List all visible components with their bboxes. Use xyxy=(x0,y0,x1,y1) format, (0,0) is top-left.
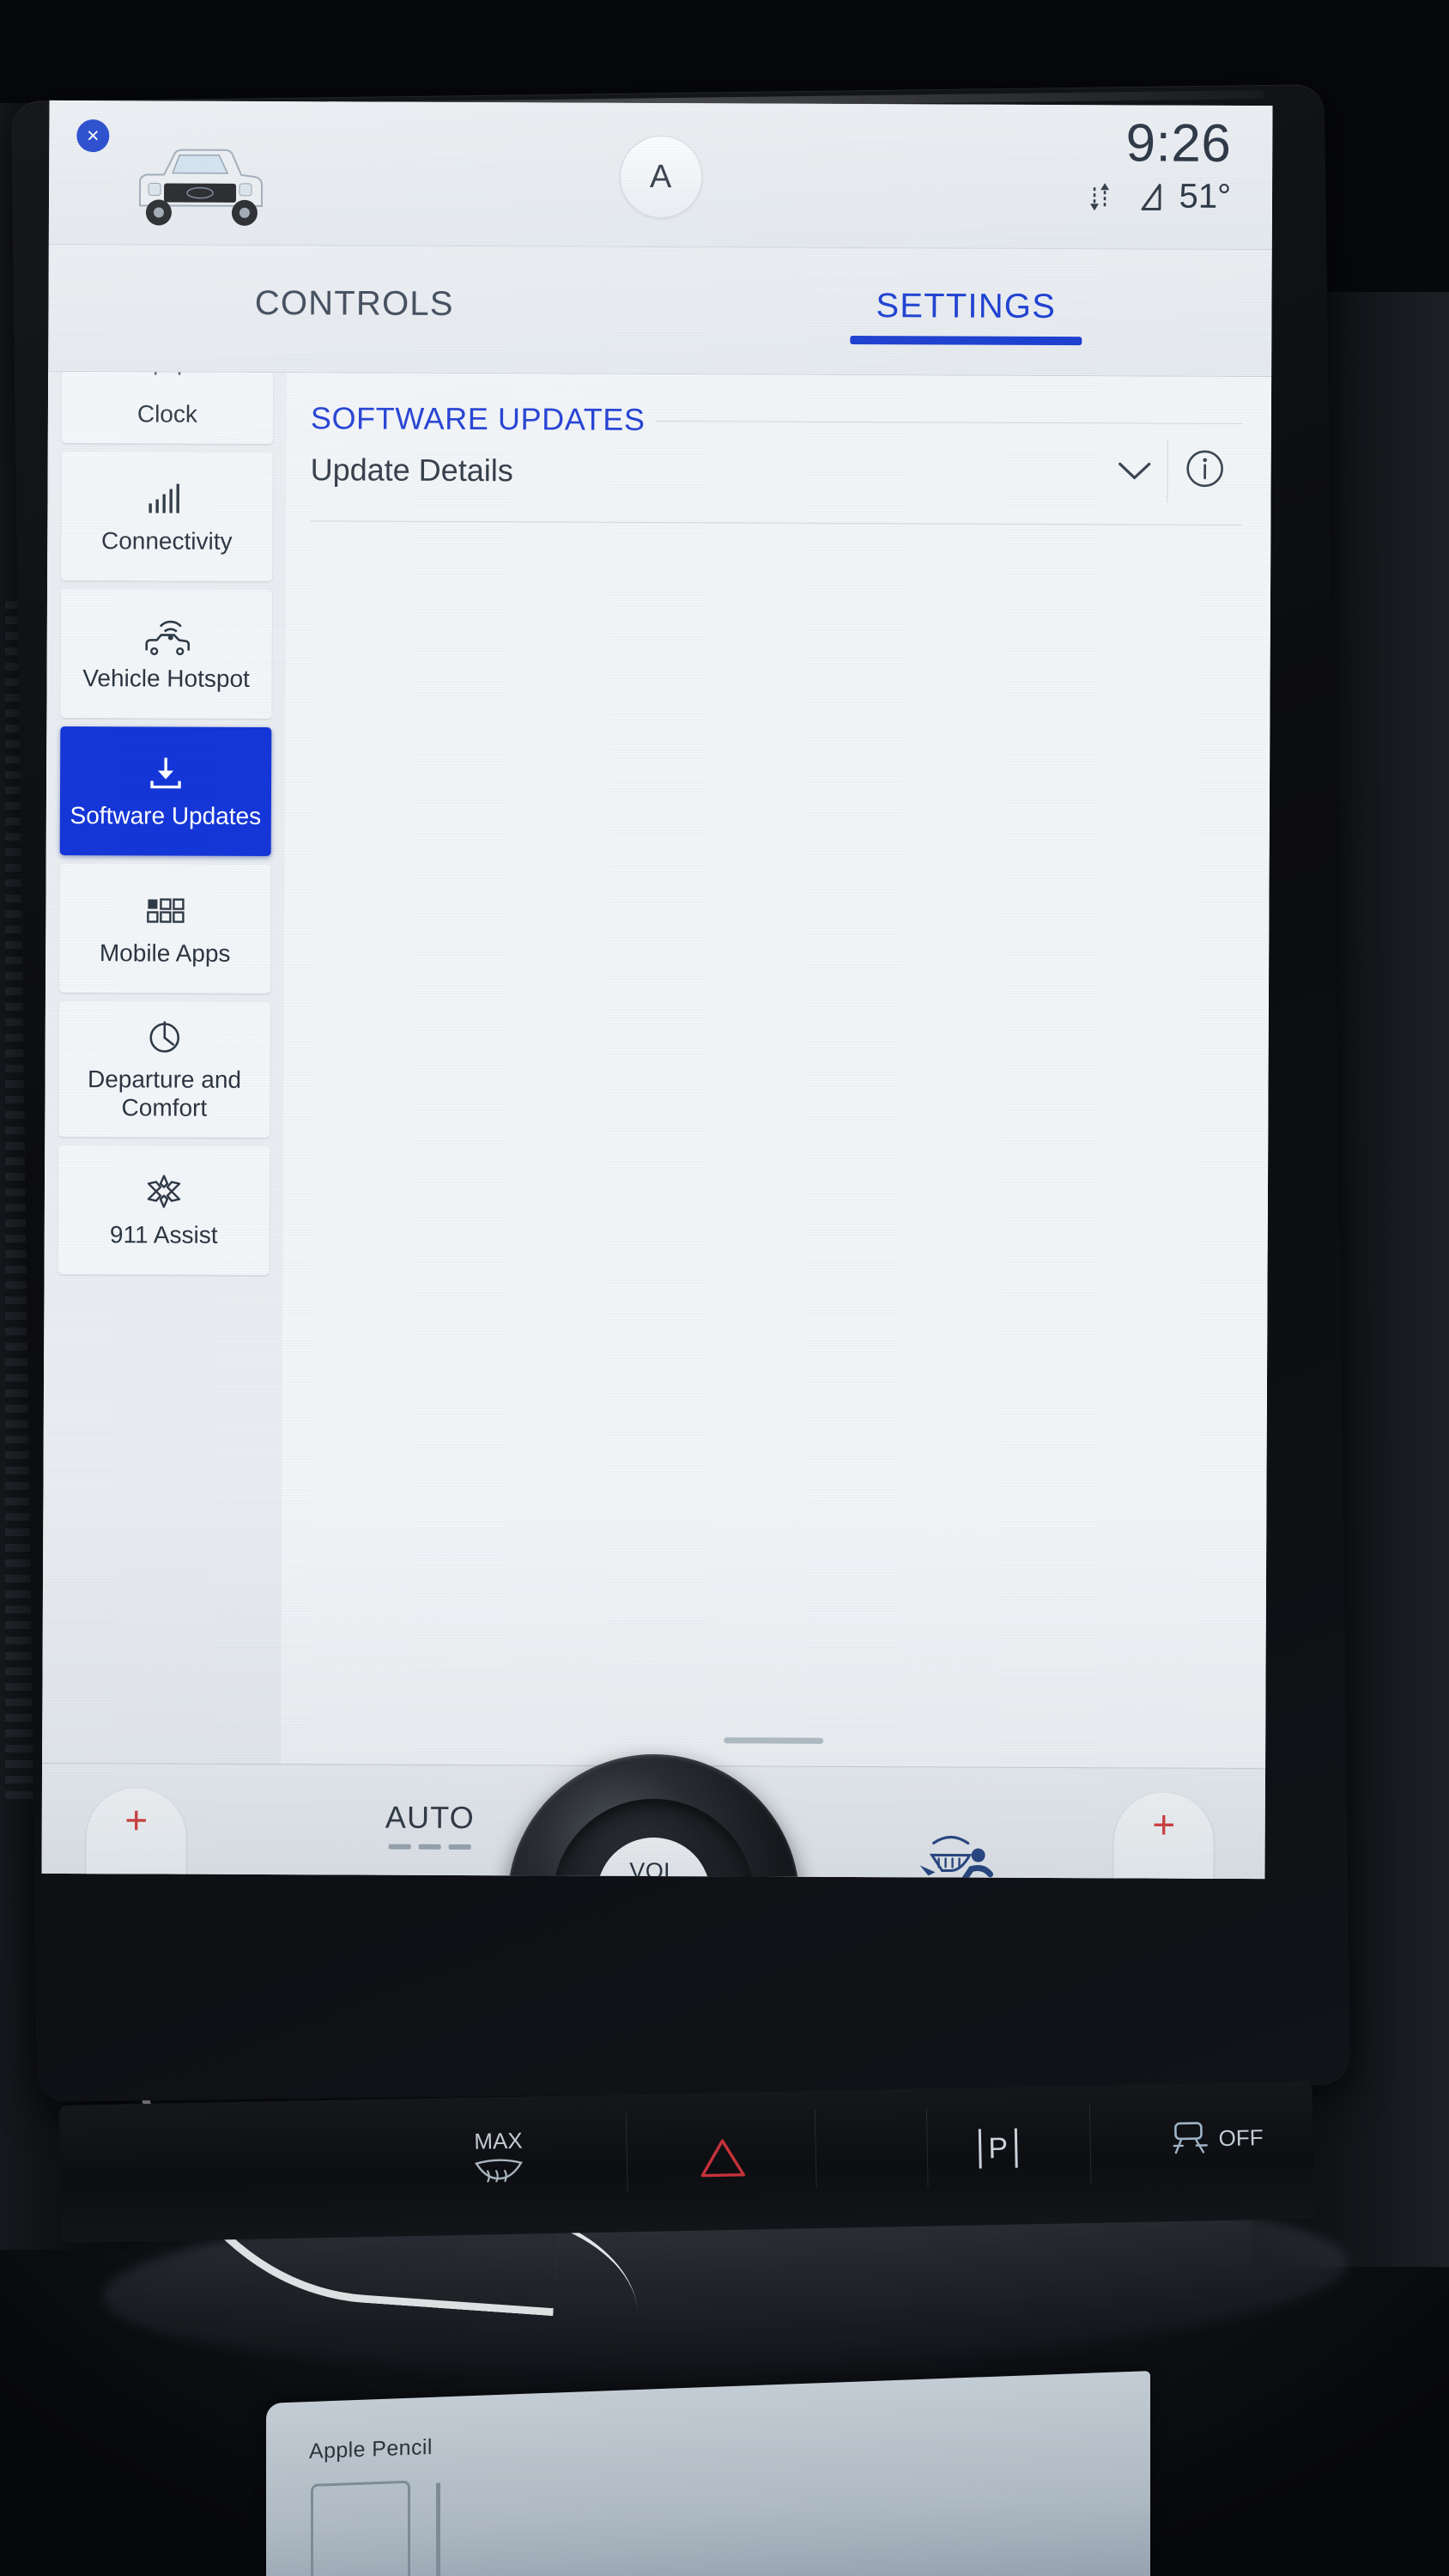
sidebar-item-vehicle-hotspot[interactable]: Vehicle Hotspot xyxy=(60,588,273,720)
pencil-outline-graphic xyxy=(436,2482,440,2576)
update-details-body xyxy=(306,521,1241,1487)
max-defrost-button-icon xyxy=(475,2159,523,2183)
close-circle-icon[interactable]: × xyxy=(76,119,110,153)
update-details-row[interactable]: Update Details xyxy=(310,437,1242,526)
sidebar-item-label: Clock xyxy=(136,400,197,428)
button-divider xyxy=(925,2107,929,2187)
status-bar: × A 9:26 51° xyxy=(48,100,1273,251)
infotainment-screen[interactable]: × A 9:26 51° CONTROLS SETTINGS Clock Con… xyxy=(41,100,1273,1880)
sidebar-item-software-updates[interactable]: Software Updates xyxy=(59,726,272,857)
button-divider xyxy=(814,2110,817,2190)
section-header: SOFTWARE UPDATES xyxy=(311,393,1242,440)
passenger-temp-increase-button[interactable]: + xyxy=(1152,1802,1175,1847)
download-icon xyxy=(143,751,188,793)
passenger-temp-value: OFF xyxy=(1133,1873,1194,1879)
sidebar-item-mobile-apps[interactable]: Mobile Apps xyxy=(58,863,271,994)
sidebar-item-label: Departure and Comfort xyxy=(87,1066,242,1121)
auto-climate-button[interactable]: AUTO xyxy=(385,1800,475,1850)
sidebar-item-911-assist[interactable]: 911 Assist xyxy=(58,1145,270,1276)
parking-brake-button[interactable]: P xyxy=(969,2121,1027,2175)
power-timer-icon xyxy=(144,1015,185,1056)
clock-and-weather: 9:26 51° xyxy=(1088,113,1232,216)
traction-off-label: OFF xyxy=(1218,2123,1264,2151)
climate-control-bar: + OFF AUTO A/C VOL xyxy=(41,1753,1266,1880)
sidebar-item-label: Mobile Apps xyxy=(99,939,231,967)
header-divider xyxy=(655,420,1242,424)
scroll-handle[interactable] xyxy=(723,1737,823,1744)
signal-bars-icon xyxy=(144,477,189,518)
volume-label: VOL xyxy=(629,1857,677,1880)
star-of-life-icon xyxy=(144,1170,184,1212)
traction-control-off-icon xyxy=(1173,2122,1208,2154)
volume-knob[interactable]: VOL xyxy=(506,1753,800,1880)
sidebar-item-label: Connectivity xyxy=(100,526,233,555)
physical-max-defrost-button[interactable]: MAX xyxy=(471,2128,525,2191)
physical-max-label: MAX xyxy=(474,2127,523,2154)
clock-icon xyxy=(150,371,185,392)
apple-pencil-box: Apple Pencil xyxy=(266,2371,1150,2576)
tablet-outline-graphic xyxy=(311,2480,410,2576)
tab-settings[interactable]: SETTINGS xyxy=(660,267,1272,356)
data-transfer-icon xyxy=(1089,182,1109,210)
page-title: SOFTWARE UPDATES xyxy=(310,400,646,437)
hazard-lights-button[interactable] xyxy=(694,2134,750,2184)
seat-airflow-icon[interactable] xyxy=(912,1820,1007,1880)
chevron-down-icon[interactable] xyxy=(1101,437,1167,502)
traction-control-off-button[interactable]: OFF xyxy=(1167,2117,1264,2160)
settings-sidebar[interactable]: Clock Connectivity Vehicle Hotspot Softw… xyxy=(42,371,288,1765)
tab-controls[interactable]: CONTROLS xyxy=(48,264,660,354)
navigation-arrow-icon xyxy=(1140,183,1161,210)
apple-pencil-label: Apple Pencil xyxy=(309,2434,433,2464)
sidebar-item-connectivity[interactable]: Connectivity xyxy=(61,451,273,582)
parking-brake-icon: P xyxy=(978,2128,1018,2169)
drive-mode-button[interactable]: A xyxy=(619,135,702,219)
hazard-lights-icon xyxy=(700,2139,745,2178)
svg-text:P: P xyxy=(988,2132,1008,2165)
auto-label: AUTO xyxy=(385,1799,476,1836)
sidebar-item-label: 911 Assist xyxy=(109,1220,218,1249)
driver-temp-increase-button[interactable]: + xyxy=(124,1797,148,1842)
car-wifi-icon xyxy=(140,614,193,655)
sidebar-item-label: Vehicle Hotspot xyxy=(82,664,250,692)
outside-temperature: 51° xyxy=(1179,177,1232,216)
photo-of-vehicle-dashboard: × A 9:26 51° CONTROLS SETTINGS Clock Con… xyxy=(0,0,1449,2576)
info-circle-icon[interactable] xyxy=(1167,432,1241,506)
sidebar-item-clock[interactable]: Clock xyxy=(61,371,274,445)
passenger-temperature-control[interactable]: + OFF xyxy=(1113,1792,1214,1880)
auto-level-indicator xyxy=(385,1844,475,1850)
button-divider xyxy=(625,2113,628,2193)
sidebar-item-label: Software Updates xyxy=(70,801,262,829)
physical-button-strip: MAX P OFF xyxy=(58,2081,1315,2243)
settings-body: Clock Connectivity Vehicle Hotspot Softw… xyxy=(42,371,1272,1769)
app-grid-icon xyxy=(142,889,187,930)
settings-content-pane: SOFTWARE UPDATES Update Details xyxy=(281,373,1272,1769)
sidebar-item-departure-and-comfort[interactable]: Departure and Comfort xyxy=(58,1000,270,1139)
clock-time: 9:26 xyxy=(1125,113,1232,173)
tab-bar: CONTROLS SETTINGS xyxy=(48,244,1272,378)
button-divider xyxy=(1088,2104,1092,2184)
ford-truck-icon xyxy=(138,149,264,226)
update-details-label: Update Details xyxy=(310,452,513,489)
driver-temperature-control[interactable]: + OFF xyxy=(86,1788,186,1880)
